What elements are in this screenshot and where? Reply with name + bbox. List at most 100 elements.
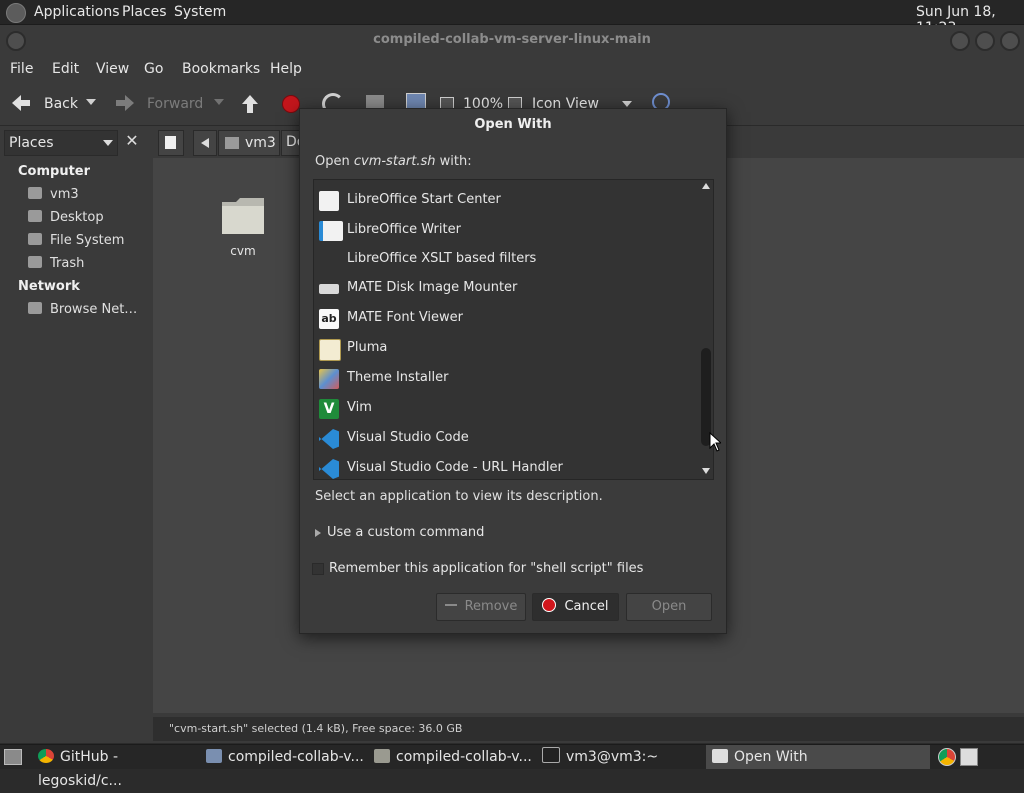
sidebar-item-vm3[interactable]: vm3	[28, 187, 79, 202]
menu-go[interactable]: Go	[144, 61, 163, 77]
mouse-cursor-icon	[709, 432, 721, 452]
path-segment-do[interactable]: Do	[281, 130, 301, 156]
folder-icon	[374, 749, 390, 763]
vscode-icon	[319, 429, 339, 449]
show-desktop-icon[interactable]	[4, 749, 22, 765]
task-label: compiled-collab-v...	[228, 749, 364, 765]
workspace-switcher-icon[interactable]	[960, 748, 978, 766]
sidebar-item-trash[interactable]: Trash	[28, 256, 84, 271]
dialog-prompt: Open cvm-start.sh with:	[315, 154, 472, 169]
remove-label: Remove	[464, 599, 518, 614]
trash-icon	[28, 256, 42, 268]
up-arrow-icon[interactable]	[240, 93, 260, 115]
app-description: Select an application to view its descri…	[315, 489, 603, 504]
custom-command-expander[interactable]: Use a custom command	[315, 525, 484, 540]
maximize-button[interactable]	[975, 31, 995, 51]
menu-file[interactable]: File	[10, 61, 33, 77]
app-item-theme-installer[interactable]: Theme Installer	[314, 364, 699, 394]
remember-checkbox[interactable]	[312, 562, 324, 575]
minus-icon	[444, 604, 457, 606]
task-github[interactable]: GitHub - legoskid/c...	[38, 745, 198, 789]
sidebar-item-desktop[interactable]: Desktop	[28, 210, 104, 225]
forward-arrow-icon	[116, 95, 134, 111]
folder-item-cvm[interactable]: cvm	[213, 194, 273, 264]
window-titlebar[interactable]: compiled-collab-vm-server-linux-main	[0, 25, 1024, 55]
cancel-button[interactable]: Cancel	[532, 593, 619, 621]
expander-arrow-icon	[315, 528, 321, 537]
dialog-title: Open With	[474, 117, 552, 132]
terminal-icon	[542, 747, 560, 763]
application-list[interactable]: LibreOffice Start Center LibreOffice Wri…	[313, 179, 714, 480]
sidebar-item-file-system[interactable]: File System	[28, 233, 124, 248]
path-segment-vm3[interactable]: vm3	[218, 130, 280, 156]
sidebar: Computer vm3 Desktop File System Trash N…	[0, 158, 150, 713]
open-label: Open	[651, 599, 687, 614]
task-file-manager-1[interactable]: compiled-collab-v...	[206, 745, 366, 769]
home-icon[interactable]	[366, 95, 384, 109]
home-icon	[28, 187, 42, 199]
pencil-icon	[165, 136, 176, 149]
forward-button[interactable]: Forward	[112, 89, 228, 117]
remove-button[interactable]: Remove	[436, 593, 526, 621]
app-item-libreoffice-writer[interactable]: LibreOffice Writer	[314, 216, 699, 246]
system-menu[interactable]: System	[174, 4, 226, 20]
writer-icon	[319, 221, 343, 241]
app-item-mate-disk-image-mounter[interactable]: MATE Disk Image Mounter	[314, 274, 699, 304]
cancel-label: Cancel	[564, 599, 609, 614]
task-open-with[interactable]: Open With	[706, 745, 930, 769]
scroll-up-icon[interactable]	[702, 183, 710, 189]
path-back-arrow[interactable]	[193, 130, 217, 156]
app-item-vim[interactable]: V Vim	[314, 394, 699, 424]
app-label: Pluma	[347, 340, 388, 355]
sidebar-item-label: File System	[50, 233, 125, 248]
app-item-visual-studio-code[interactable]: Visual Studio Code	[314, 424, 699, 454]
scroll-down-icon[interactable]	[702, 468, 710, 474]
app-item-libreoffice-start-center[interactable]: LibreOffice Start Center	[314, 186, 699, 216]
applications-menu[interactable]: Applications	[34, 4, 120, 20]
close-sidebar-icon[interactable]: ✕	[124, 132, 140, 150]
menu-edit[interactable]: Edit	[52, 61, 79, 77]
open-button[interactable]: Open	[626, 593, 712, 621]
menu-view[interactable]: View	[96, 61, 129, 77]
stop-icon[interactable]	[282, 95, 300, 113]
vim-icon: V	[319, 399, 339, 419]
back-label: Back	[44, 96, 78, 112]
places-selector[interactable]: Places	[4, 130, 118, 156]
places-menu[interactable]: Places	[122, 4, 167, 20]
task-file-manager-2[interactable]: compiled-collab-v...	[374, 745, 534, 769]
status-text: "cvm-start.sh" selected (1.4 kB), Free s…	[169, 722, 463, 735]
task-terminal[interactable]: vm3@vm3:~	[542, 745, 702, 769]
app-item-libreoffice-xslt-filters[interactable]: LibreOffice XSLT based filters	[314, 245, 699, 275]
disk-icon	[319, 284, 339, 294]
app-item-vscode-url-handler[interactable]: Visual Studio Code - URL Handler	[314, 454, 699, 479]
prompt-filename: cvm-start.sh	[353, 154, 436, 169]
menu-help[interactable]: Help	[270, 61, 302, 77]
vscode-icon	[319, 459, 339, 479]
font-icon: ab	[319, 309, 339, 329]
edit-location-button[interactable]	[158, 130, 184, 156]
remember-checkbox-row[interactable]: Remember this application for "shell scr…	[312, 561, 643, 576]
chrome-tray-icon[interactable]	[938, 748, 956, 766]
back-button[interactable]: Back	[8, 89, 104, 117]
drive-icon	[28, 233, 42, 245]
app-item-mate-font-viewer[interactable]: ab MATE Font Viewer	[314, 304, 699, 334]
sidebar-heading-computer: Computer	[18, 164, 91, 179]
app-label: LibreOffice XSLT based filters	[347, 251, 537, 266]
menubar: File Edit View Go Bookmarks Help	[0, 55, 1024, 83]
forward-label: Forward	[147, 96, 204, 112]
home-folder-icon	[225, 137, 239, 149]
status-bar: "cvm-start.sh" selected (1.4 kB), Free s…	[153, 717, 1024, 741]
app-item-pluma[interactable]: Pluma	[314, 334, 699, 364]
theme-icon	[319, 369, 339, 389]
folder-icon	[222, 198, 264, 234]
mate-logo-icon[interactable]	[6, 3, 26, 23]
sidebar-item-browse-network[interactable]: Browse Net…	[28, 302, 137, 317]
chrome-icon	[38, 749, 54, 763]
computer-icon[interactable]	[406, 93, 426, 109]
minimize-button[interactable]	[950, 31, 970, 51]
path-segment-label: vm3	[245, 135, 276, 151]
app-label: LibreOffice Start Center	[347, 192, 501, 207]
close-button[interactable]	[1000, 31, 1020, 51]
app-label: Visual Studio Code - URL Handler	[347, 460, 563, 475]
menu-bookmarks[interactable]: Bookmarks	[182, 61, 260, 77]
